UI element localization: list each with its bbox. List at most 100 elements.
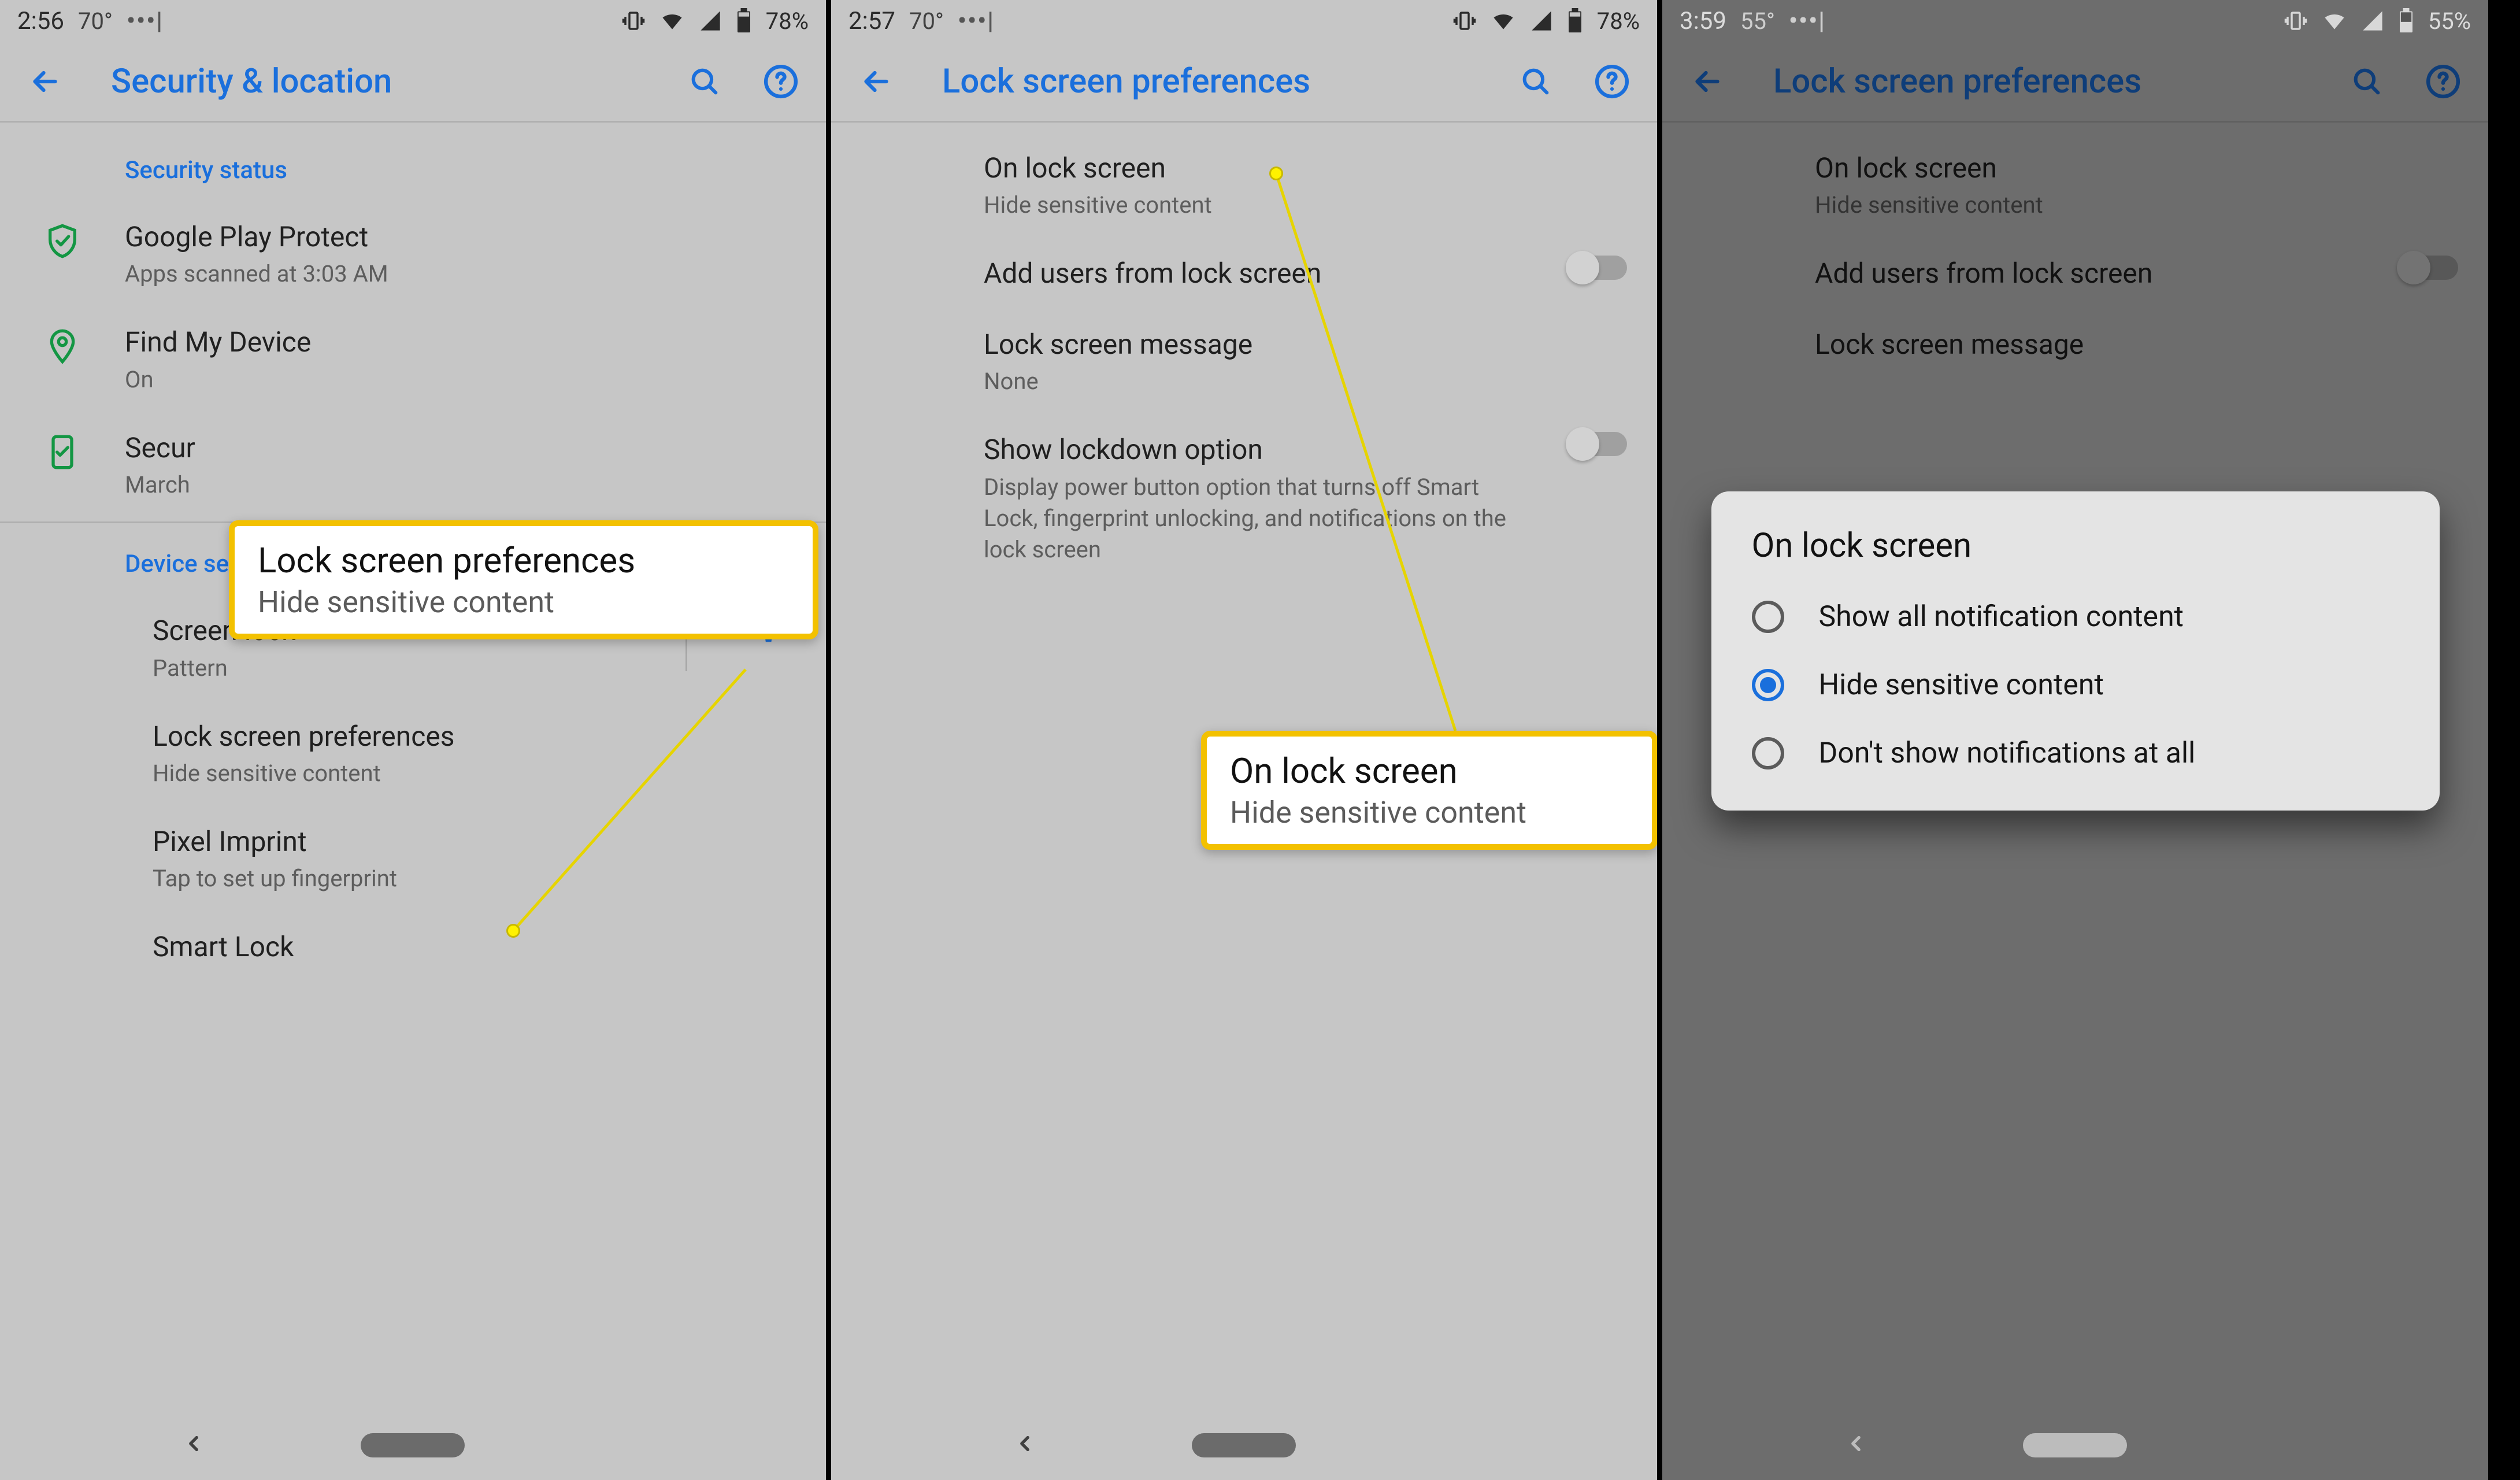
row-title: Lock screen message — [1815, 327, 2464, 362]
row-title: Lock screen preferences — [153, 719, 802, 754]
row-lock-screen-message[interactable]: Lock screen message — [1662, 309, 2488, 380]
status-battery: 78% — [766, 8, 809, 35]
row-security-update[interactable]: Secur March — [0, 413, 826, 518]
row-title: Add users from lock screen — [984, 256, 1536, 291]
row-google-play-protect[interactable]: Google Play Protect Apps scanned at 3:03… — [0, 202, 826, 307]
callout-on-lock-screen: On lock screen Hide sensitive content — [1201, 731, 1658, 850]
back-button[interactable] — [1687, 61, 1728, 102]
nav-back-button[interactable] — [1013, 1427, 1037, 1464]
row-subtitle: March — [125, 466, 802, 501]
row-smart-lock[interactable]: Smart Lock — [0, 912, 826, 982]
wifi-icon — [659, 8, 685, 34]
nav-back-button[interactable] — [181, 1427, 206, 1464]
row-title: Smart Lock — [153, 929, 802, 965]
help-button[interactable] — [760, 61, 802, 102]
phone-check-icon — [28, 430, 97, 471]
cell-signal-icon — [1530, 9, 1553, 32]
status-more-icon: •••| — [127, 7, 164, 35]
radio-checked-icon — [1752, 669, 1784, 701]
app-bar: Lock screen preferences — [831, 42, 1657, 123]
row-lock-screen-message[interactable]: Lock screen message None — [831, 309, 1657, 415]
nav-home-pill[interactable] — [2023, 1433, 2127, 1457]
row-find-my-device[interactable]: Find My Device On — [0, 307, 826, 412]
row-add-users-from-lock-screen[interactable]: Add users from lock screen — [831, 238, 1657, 309]
vibrate-icon — [621, 9, 646, 33]
appbar-title: Lock screen preferences — [1773, 62, 2311, 101]
nav-back-button[interactable] — [1844, 1427, 1868, 1464]
option-hide-sensitive[interactable]: Hide sensitive content — [1711, 651, 2440, 719]
help-button[interactable] — [1591, 61, 1633, 102]
radio-unchecked-icon — [1752, 601, 1784, 633]
option-show-all[interactable]: Show all notification content — [1711, 583, 2440, 651]
nav-home-pill[interactable] — [361, 1433, 465, 1457]
row-on-lock-screen[interactable]: On lock screen Hide sensitive content — [1662, 133, 2488, 238]
row-add-users-from-lock-screen[interactable]: Add users from lock screen — [1662, 238, 2488, 309]
battery-icon — [1567, 8, 1583, 34]
status-bar: 2:56 70° •••| 78% — [0, 0, 826, 42]
vibrate-icon — [1452, 9, 1477, 33]
add-users-toggle[interactable] — [1563, 256, 1633, 280]
status-battery: 78% — [1597, 8, 1640, 35]
appbar-title: Security & location — [111, 62, 649, 101]
row-subtitle: Pattern — [153, 649, 658, 684]
row-on-lock-screen[interactable]: On lock screen Hide sensitive content — [831, 133, 1657, 238]
battery-icon — [736, 8, 752, 34]
callout-title: Lock screen preferences — [258, 540, 790, 581]
row-subtitle: Apps scanned at 3:03 AM — [125, 255, 802, 290]
row-subtitle: Hide sensitive content — [984, 186, 1633, 221]
cell-signal-icon — [2361, 9, 2384, 32]
app-bar: Lock screen preferences — [1662, 42, 2488, 123]
row-subtitle: Tap to set up fingerprint — [153, 860, 802, 894]
back-button[interactable] — [855, 61, 897, 102]
row-subtitle: On — [125, 361, 802, 395]
callout-lock-screen-preferences: Lock screen preferences Hide sensitive c… — [229, 520, 818, 639]
callout-anchor-dot — [1269, 166, 1283, 180]
option-label: Don't show notifications at all — [1819, 737, 2196, 770]
vibrate-icon — [2284, 9, 2308, 33]
location-pin-icon — [28, 324, 97, 365]
row-title: Add users from lock screen — [1815, 256, 2367, 291]
status-more-icon: •••| — [958, 7, 995, 35]
status-temp: 70° — [78, 8, 113, 35]
status-temp: 70° — [909, 8, 944, 35]
screen-lock-screen-preferences: 2:57 70° •••| 78% Lock screen preference… — [831, 0, 1662, 1480]
dialog-on-lock-screen: On lock screen Show all notification con… — [1711, 491, 2440, 811]
search-button[interactable] — [2346, 61, 2388, 102]
status-bar: 2:57 70° •••| 78% — [831, 0, 1657, 42]
option-dont-show[interactable]: Don't show notifications at all — [1711, 719, 2440, 787]
system-nav-bar — [0, 1411, 826, 1480]
status-battery: 55% — [2428, 8, 2471, 35]
row-lock-screen-preferences[interactable]: Lock screen preferences Hide sensitive c… — [0, 701, 826, 806]
row-title: Lock screen message — [984, 327, 1633, 362]
section-security-status: Security status — [0, 133, 826, 202]
row-show-lockdown-option[interactable]: Show lockdown option Display power butto… — [831, 415, 1657, 582]
appbar-title: Lock screen preferences — [942, 62, 1480, 101]
back-button[interactable] — [24, 61, 66, 102]
wifi-icon — [2322, 8, 2347, 34]
status-bar: 3:59 55° •••| 55% — [1662, 0, 2488, 42]
search-button[interactable] — [684, 61, 725, 102]
option-label: Show all notification content — [1819, 600, 2184, 634]
screen-on-lock-screen-dialog: 3:59 55° •••| 55% Lock screen preference… — [1662, 0, 2493, 1480]
status-temp: 55° — [1740, 8, 1775, 35]
help-button[interactable] — [2422, 61, 2464, 102]
callout-title: On lock screen — [1230, 750, 1629, 791]
wifi-icon — [1491, 8, 1516, 34]
dialog-title: On lock screen — [1711, 526, 2440, 583]
lockdown-toggle[interactable] — [1563, 432, 1633, 456]
row-title: Find My Device — [125, 324, 802, 360]
toggle-off-icon — [1569, 432, 1627, 456]
row-title: Google Play Protect — [125, 219, 802, 255]
nav-home-pill[interactable] — [1192, 1433, 1296, 1457]
row-subtitle: Display power button option that turns o… — [984, 468, 1536, 565]
row-pixel-imprint[interactable]: Pixel Imprint Tap to set up fingerprint — [0, 806, 826, 912]
status-time: 3:59 — [1680, 7, 1726, 35]
status-time: 2:56 — [17, 7, 64, 35]
status-more-icon: •••| — [1789, 7, 1826, 35]
add-users-toggle[interactable] — [2395, 256, 2464, 280]
row-subtitle: Hide sensitive content — [153, 754, 802, 789]
row-title: On lock screen — [984, 150, 1633, 186]
row-title: Show lockdown option — [984, 432, 1536, 468]
search-button[interactable] — [1515, 61, 1557, 102]
system-nav-bar — [831, 1411, 1657, 1480]
